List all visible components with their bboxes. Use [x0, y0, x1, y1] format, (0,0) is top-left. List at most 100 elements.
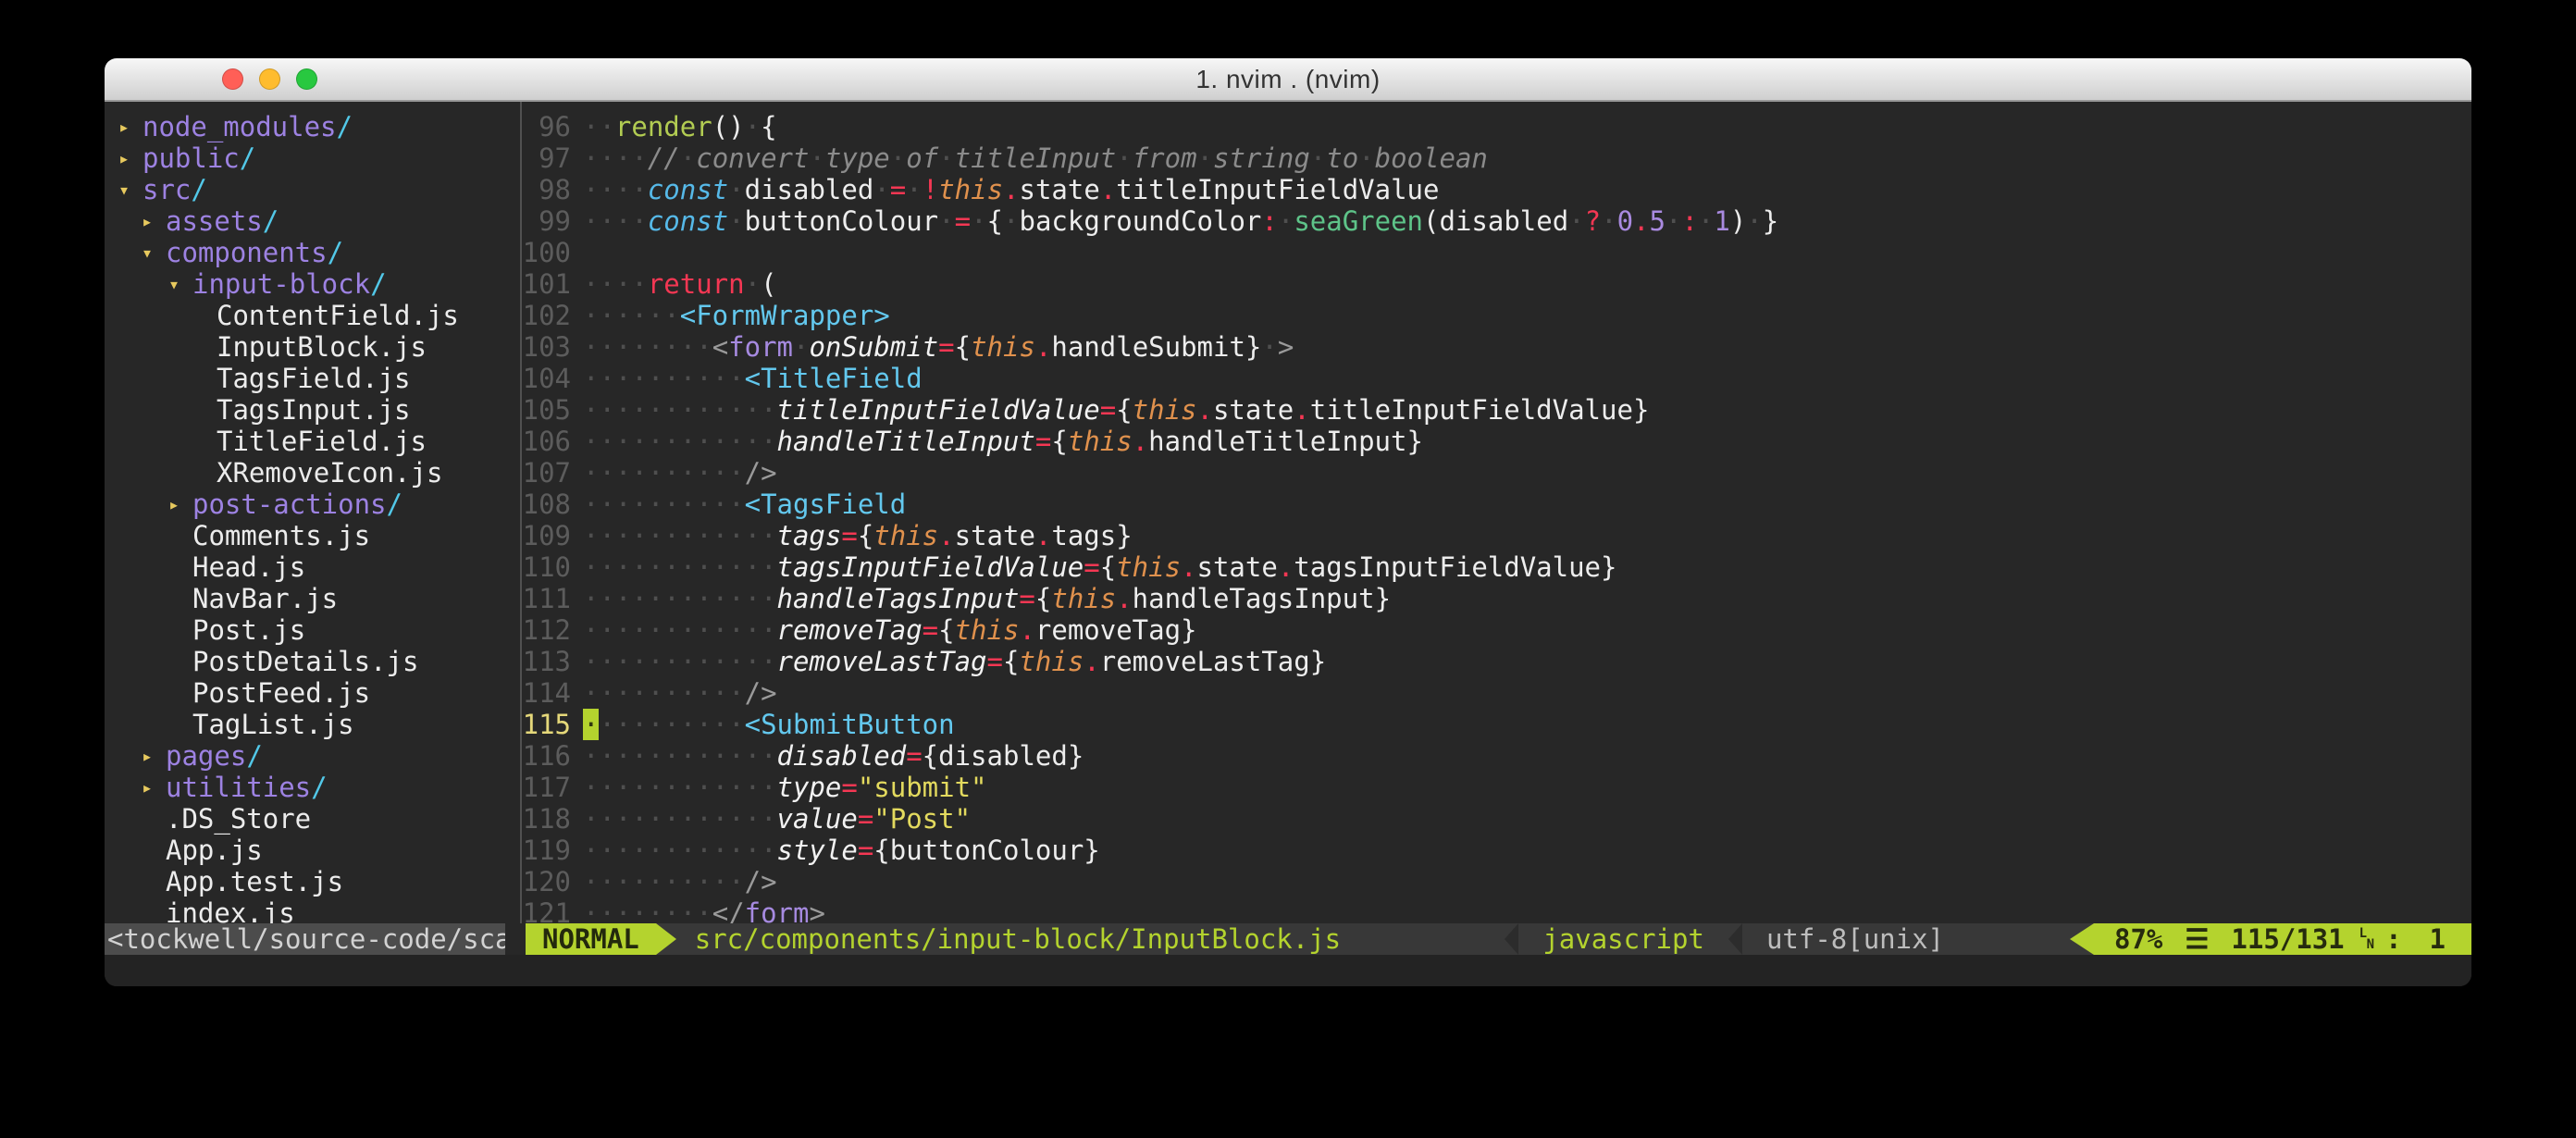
tree-item-folder[interactable]: ▸utilities/: [105, 772, 520, 803]
code-token: =: [858, 803, 873, 835]
code-line[interactable]: 106············handleTitleInput={this.ha…: [522, 426, 2471, 457]
tree-item-folder[interactable]: ▸public/: [105, 142, 520, 174]
tree-item-folder[interactable]: ▸post-actions/: [105, 489, 520, 520]
zoom-button-icon[interactable]: [296, 68, 317, 90]
code-token: 5: [1650, 205, 1666, 237]
code-line[interactable]: 102······<FormWrapper>: [522, 300, 2471, 331]
code-line[interactable]: 103········<form·onSubmit={this.handleSu…: [522, 331, 2471, 363]
code-line[interactable]: 109············tags={this.state.tags}: [522, 520, 2471, 551]
tree-item-folder[interactable]: ▾components/: [105, 237, 520, 268]
code-line[interactable]: 111············handleTagsInput={this.han…: [522, 583, 2471, 614]
code-token: ············: [583, 551, 777, 583]
code-text: ············style={buttonColour}: [583, 835, 1100, 866]
code-token: state: [955, 520, 1035, 551]
code-token: .: [1294, 394, 1309, 426]
line-number: 112: [522, 614, 571, 646]
code-line[interactable]: 98····const·disabled·=·!this.state.title…: [522, 174, 2471, 205]
tree-item-folder[interactable]: ▸assets/: [105, 205, 520, 237]
code-line[interactable]: 108··········<TagsField: [522, 489, 2471, 520]
tree-item-file[interactable]: App.test.js: [105, 866, 520, 897]
tree-item-folder[interactable]: ▸pages/: [105, 740, 520, 772]
folder-expanded-arrow-icon[interactable]: ▾: [118, 174, 142, 205]
tree-item-file[interactable]: PostDetails.js: [105, 646, 520, 677]
tree-item-file[interactable]: TitleField.js: [105, 426, 520, 457]
dir-slash: /: [337, 111, 353, 142]
folder-collapsed-arrow-icon[interactable]: ▸: [142, 772, 166, 803]
tree-item-file[interactable]: Post.js: [105, 614, 520, 646]
code-token: handleSubmit: [1051, 331, 1245, 363]
code-token: {: [1116, 394, 1132, 426]
code-line[interactable]: 121········</form>: [522, 897, 2471, 923]
code-line[interactable]: 100: [522, 237, 2471, 268]
window-titlebar[interactable]: 1. nvim . (nvim): [105, 58, 2471, 102]
tree-item-file[interactable]: TagsInput.js: [105, 394, 520, 426]
code-token: seaGreen: [1294, 205, 1423, 237]
mode-badge: NORMAL: [526, 923, 656, 955]
tree-item-file[interactable]: App.js: [105, 835, 520, 866]
code-token: tags: [1051, 520, 1116, 551]
tree-item-file[interactable]: PostFeed.js: [105, 677, 520, 709]
code-token: =: [987, 646, 1003, 677]
folder-collapsed-arrow-icon[interactable]: ▸: [118, 111, 142, 142]
code-line[interactable]: 112············removeTag={this.removeTag…: [522, 614, 2471, 646]
code-line[interactable]: 110············tagsInputFieldValue={this…: [522, 551, 2471, 583]
code-token: ············: [583, 740, 777, 772]
minimize-button-icon[interactable]: [259, 68, 280, 90]
code-editor[interactable]: 96··render()·{97····//·convert·type·of·t…: [522, 102, 2471, 923]
code-token: tagsInputFieldValue: [1294, 551, 1601, 583]
code-line[interactable]: 104··········<TitleField: [522, 363, 2471, 394]
tree-item-file[interactable]: Comments.js: [105, 520, 520, 551]
code-line[interactable]: 115··········<SubmitButton: [522, 709, 2471, 740]
command-line[interactable]: [105, 955, 2471, 986]
code-token: ·: [906, 174, 922, 205]
tree-item-file[interactable]: .DS_Store: [105, 803, 520, 835]
code-token: }: [1375, 583, 1391, 614]
tree-item-folder[interactable]: ▾src/: [105, 174, 520, 205]
folder-collapsed-arrow-icon[interactable]: ▸: [118, 142, 142, 174]
folder-expanded-arrow-icon[interactable]: ▾: [142, 237, 166, 268]
tree-item-file[interactable]: index.js: [105, 897, 520, 923]
code-line[interactable]: 113············removeLastTag={this.remov…: [522, 646, 2471, 677]
folder-collapsed-arrow-icon[interactable]: ▸: [142, 740, 166, 772]
scroll-percent: 87%: [2114, 923, 2162, 955]
code-token: titleInputFieldValue: [1116, 174, 1439, 205]
code-text: ············handleTitleInput={this.handl…: [583, 426, 1423, 457]
code-token: this: [1019, 646, 1084, 677]
code-line[interactable]: 118············value="Post": [522, 803, 2471, 835]
code-line[interactable]: 116············disabled={disabled}: [522, 740, 2471, 772]
folder-expanded-arrow-icon[interactable]: ▾: [168, 268, 192, 300]
tree-item-file[interactable]: TagList.js: [105, 709, 520, 740]
code-token: state: [1020, 174, 1100, 205]
code-token: this: [1068, 426, 1133, 457]
tree-item-folder[interactable]: ▸node_modules/: [105, 111, 520, 142]
tree-item-folder[interactable]: ▾input-block/: [105, 268, 520, 300]
code-token: 1: [1714, 205, 1729, 237]
code-line[interactable]: 107··········/>: [522, 457, 2471, 489]
code-line[interactable]: 96··render()·{: [522, 111, 2471, 142]
code-text: ············value="Post": [583, 803, 971, 835]
tree-item-file[interactable]: NavBar.js: [105, 583, 520, 614]
code-line[interactable]: 101····return·(: [522, 268, 2471, 300]
code-token: "submit": [858, 772, 987, 803]
close-button-icon[interactable]: [222, 68, 243, 90]
code-line[interactable]: 117············type="submit": [522, 772, 2471, 803]
code-text: ··········/>: [583, 677, 777, 709]
dir-slash: /: [311, 772, 327, 803]
tree-item-file[interactable]: TagsField.js: [105, 363, 520, 394]
tree-item-file[interactable]: Head.js: [105, 551, 520, 583]
code-line[interactable]: 99····const·buttonColour·=·{·backgroundC…: [522, 205, 2471, 237]
code-token: {: [1051, 426, 1067, 457]
code-line[interactable]: 119············style={buttonColour}: [522, 835, 2471, 866]
folder-collapsed-arrow-icon[interactable]: ▸: [168, 489, 192, 520]
code-token: buttonColour: [745, 205, 939, 237]
code-line[interactable]: 97····//·convert·type·of·titleInput·from…: [522, 142, 2471, 174]
tree-item-file[interactable]: InputBlock.js: [105, 331, 520, 363]
code-line[interactable]: 105············titleInputFieldValue={thi…: [522, 394, 2471, 426]
code-line[interactable]: 114··········/>: [522, 677, 2471, 709]
code-token: state: [1213, 394, 1294, 426]
tree-item-file[interactable]: XRemoveIcon.js: [105, 457, 520, 489]
folder-collapsed-arrow-icon[interactable]: ▸: [142, 205, 166, 237]
tree-item-file[interactable]: ContentField.js: [105, 300, 520, 331]
code-line[interactable]: 120··········/>: [522, 866, 2471, 897]
file-tree[interactable]: ▸node_modules/▸public/▾src/▸assets/▾comp…: [105, 102, 520, 923]
